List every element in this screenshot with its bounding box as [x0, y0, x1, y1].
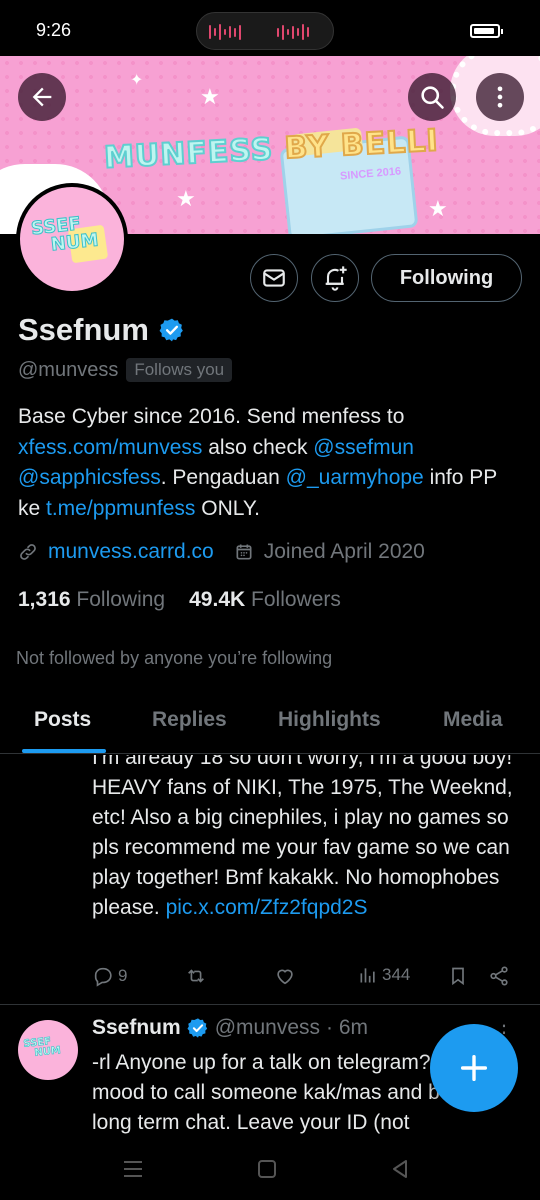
- display-name: Ssefnum: [18, 312, 149, 347]
- tweet-author-handle: @munvess: [214, 1016, 321, 1039]
- profile-meta: munvess.carrd.co Joined April 2020: [18, 540, 425, 564]
- repost-icon: [188, 969, 204, 983]
- tab-replies[interactable]: Replies: [152, 708, 227, 732]
- tweet-actions: 9 344: [92, 965, 522, 993]
- recording-indicator: [196, 12, 334, 50]
- like-button[interactable]: [274, 965, 296, 987]
- profile-bio: Base Cyber since 2016. Send menfess to x…: [18, 405, 497, 520]
- star-decoration: ★: [200, 84, 220, 109]
- tweet-time: · 6m: [326, 1016, 369, 1039]
- views-button[interactable]: 344: [358, 965, 410, 985]
- back-nav-icon[interactable]: [388, 1158, 412, 1180]
- arrow-left-icon: [32, 87, 52, 107]
- menu-icon[interactable]: [120, 1158, 146, 1180]
- status-bar: 9:26: [0, 0, 540, 56]
- bio-mention[interactable]: @ssefmun: [313, 436, 414, 459]
- views-icon: [360, 968, 375, 983]
- following-button[interactable]: Following: [371, 254, 522, 302]
- avatar-logo: SSEF NUM: [30, 213, 100, 256]
- bio-link[interactable]: t.me/ppmunfess: [46, 497, 195, 520]
- calendar-icon: [236, 544, 252, 560]
- verified-badge-icon: [187, 1018, 207, 1038]
- mail-icon: [263, 269, 285, 287]
- profile-handle: @munvess: [18, 358, 119, 381]
- tweet-divider: [0, 1004, 540, 1005]
- tweet-media-link[interactable]: pic.x.com/Zfz2fqpd2S: [166, 896, 368, 919]
- search-icon: [421, 86, 444, 109]
- profile-avatar[interactable]: SSEF NUM: [16, 183, 128, 295]
- plus-icon: [460, 1054, 488, 1082]
- repost-button[interactable]: [184, 965, 208, 987]
- battery-icon: [470, 24, 503, 38]
- star-decoration: ✦: [130, 72, 144, 89]
- tweet-text: I'm already 18 so don't worry, I'm a goo…: [92, 755, 513, 919]
- system-nav-bar: [0, 1138, 540, 1200]
- verified-badge-icon[interactable]: [159, 317, 185, 343]
- share-icon: [490, 966, 508, 986]
- tweet-header: Ssefnum @munvess · 6m: [92, 1016, 368, 1040]
- handle-row: @munvess Follows you: [18, 358, 233, 382]
- follows-you-badge: Follows you: [126, 358, 233, 382]
- profile-name-row: Ssefnum: [18, 312, 185, 348]
- compose-button[interactable]: [430, 1024, 518, 1112]
- following-stat[interactable]: 1,316 Following: [18, 588, 165, 612]
- bio-link[interactable]: xfess.com/munvess: [18, 436, 202, 459]
- bookmark-icon: [452, 967, 464, 986]
- bookmark-button[interactable]: [448, 965, 468, 987]
- website-link[interactable]: munvess.carrd.co: [48, 540, 214, 564]
- not-followed-notice: Not followed by anyone you’re following: [16, 648, 333, 668]
- tab-highlights[interactable]: Highlights: [278, 708, 381, 732]
- bio-mention[interactable]: @_uarmyhope: [286, 466, 424, 489]
- star-decoration: ★: [428, 196, 448, 221]
- message-button[interactable]: [250, 254, 298, 302]
- reply-icon: [94, 967, 112, 987]
- follow-stats: 1,316 Following 49.4K Followers: [18, 588, 341, 612]
- star-decoration: ★: [176, 186, 196, 211]
- bell-plus-icon: [325, 266, 347, 291]
- bio-mention[interactable]: @sapphicsfess: [18, 466, 161, 489]
- back-button[interactable]: [18, 73, 66, 121]
- tweet[interactable]: I'm already 18 so don't worry, I'm a goo…: [0, 755, 540, 955]
- status-time: 9:26: [36, 20, 72, 40]
- notifications-button[interactable]: [311, 254, 359, 302]
- more-vertical-icon: [497, 86, 503, 108]
- profile-tabs: Posts Replies Highlights Media: [0, 692, 540, 754]
- active-tab-indicator: [22, 749, 106, 753]
- joined-date: Joined April 2020: [263, 540, 425, 563]
- tab-posts[interactable]: Posts: [34, 708, 91, 732]
- more-button[interactable]: [476, 73, 524, 121]
- reply-button[interactable]: 9: [92, 965, 127, 987]
- tweet-author-name[interactable]: Ssefnum: [92, 1016, 181, 1040]
- home-icon[interactable]: [255, 1158, 279, 1180]
- heart-icon: [277, 969, 293, 985]
- followers-stat[interactable]: 49.4K Followers: [189, 588, 341, 612]
- share-button[interactable]: [488, 965, 510, 987]
- tweet-avatar[interactable]: SSEF NUM: [18, 1020, 78, 1080]
- tab-media[interactable]: Media: [443, 708, 503, 732]
- link-icon: [20, 544, 36, 560]
- search-button[interactable]: [408, 73, 456, 121]
